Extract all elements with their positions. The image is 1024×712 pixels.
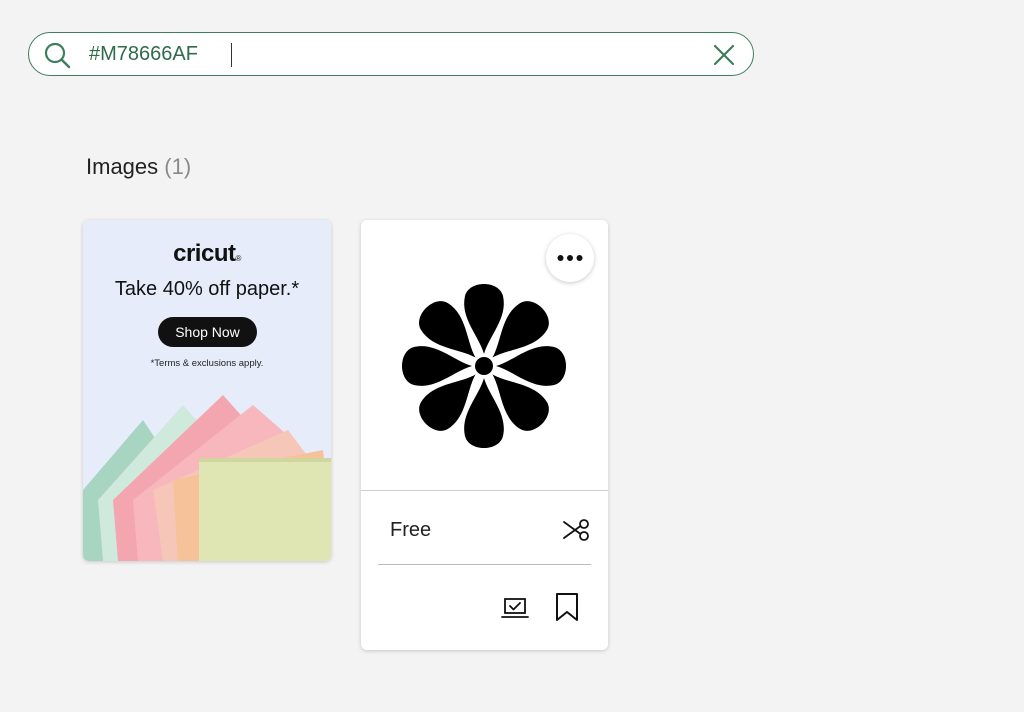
card-divider (361, 490, 608, 491)
more-options-button[interactable] (546, 234, 594, 282)
actions-divider (378, 564, 591, 565)
image-result-card[interactable]: Free (361, 220, 608, 650)
ad-banner[interactable]: cricut® Take 40% off paper.* Shop Now *T… (83, 220, 331, 561)
results-heading: Images (1) (86, 154, 191, 180)
flower-icon[interactable] (394, 276, 574, 456)
ad-terms: *Terms & exclusions apply. (150, 358, 264, 369)
search-input[interactable] (89, 39, 689, 69)
text-caret (231, 43, 232, 67)
results-count: (1) (164, 154, 192, 179)
ad-headline: Take 40% off paper.* (114, 278, 300, 300)
ad-brand-name: cricut (173, 240, 236, 267)
shop-now-button[interactable]: Shop Now (158, 317, 257, 347)
paper-stack-illustration (83, 395, 331, 561)
bookmark-icon[interactable] (554, 592, 580, 622)
close-icon[interactable] (711, 42, 737, 68)
results-heading-label: Images (86, 154, 159, 179)
ad-brand-mark: ® (235, 254, 241, 263)
search-icon (44, 42, 71, 69)
more-horizontal-icon (557, 255, 583, 261)
laptop-check-icon[interactable] (501, 597, 529, 621)
price-label: Free (390, 519, 432, 541)
scissors-icon (563, 519, 589, 541)
ad-brand-logo: cricut® (83, 240, 331, 268)
search-bar[interactable] (28, 32, 754, 76)
